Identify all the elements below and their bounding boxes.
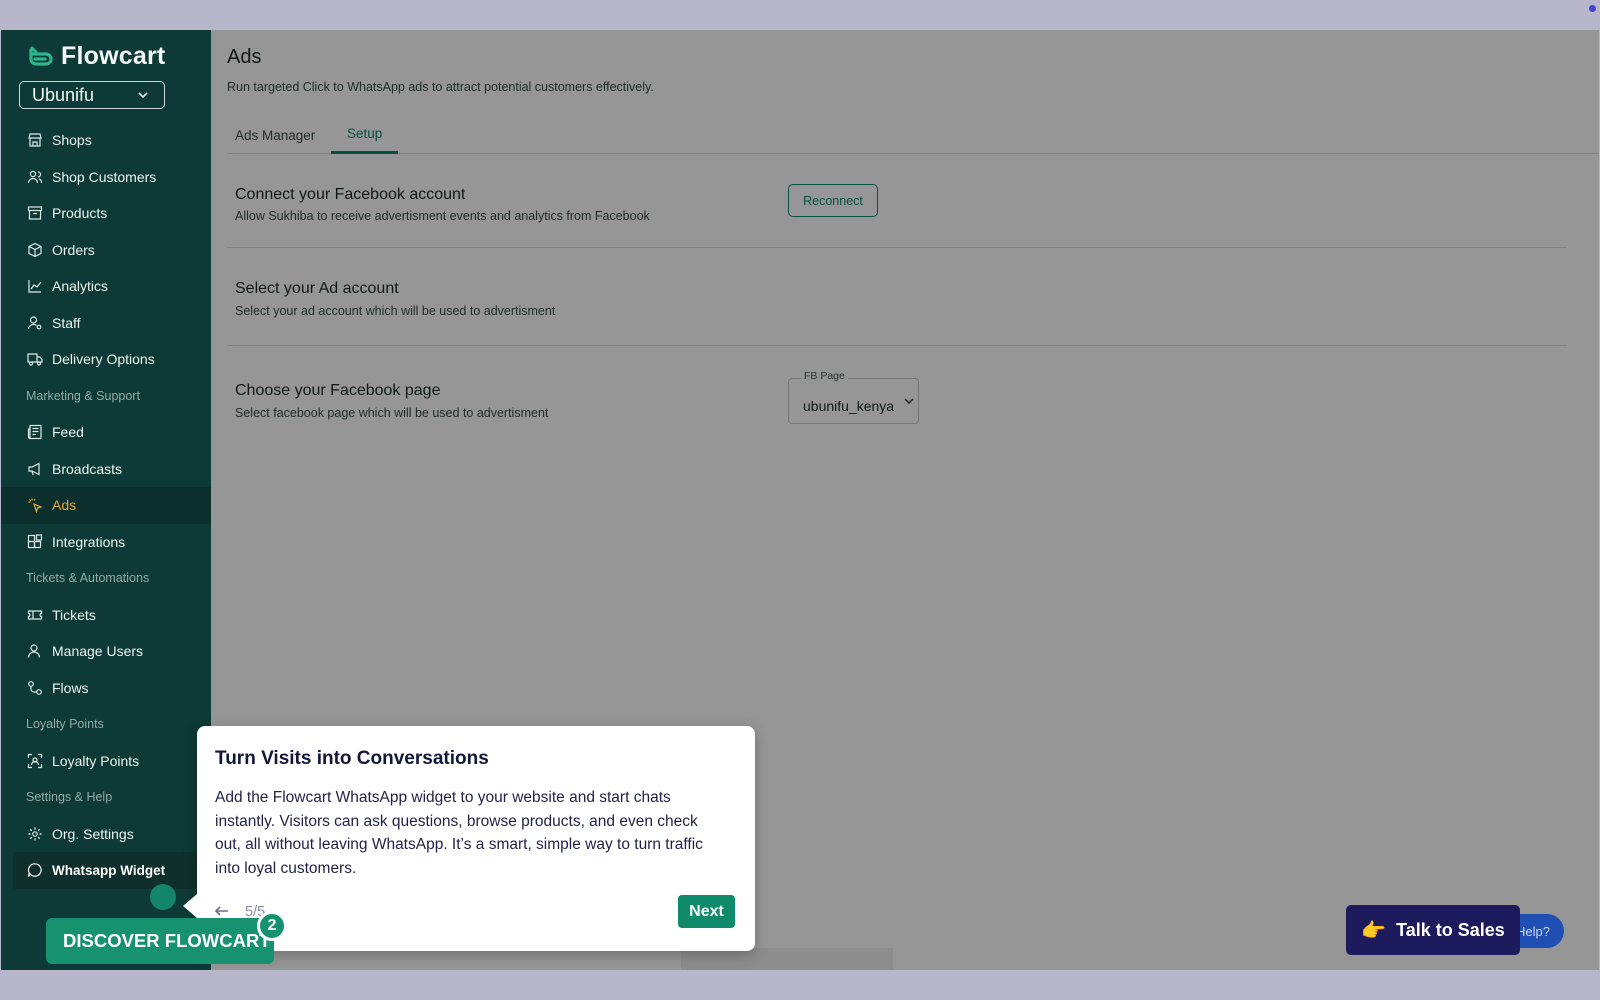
truck-icon bbox=[27, 353, 43, 366]
section-heading-settings: Settings & Help bbox=[26, 790, 113, 805]
sidebar-item-integrations[interactable]: Integrations bbox=[1, 524, 211, 561]
tour-body: Add the Flowcart WhatsApp widget to your… bbox=[215, 789, 703, 877]
blocks-icon bbox=[27, 534, 43, 548]
sidebar-item-products[interactable]: Products bbox=[1, 195, 211, 232]
sidebar-item-label: Loyalty Points bbox=[52, 752, 140, 769]
archive-icon bbox=[27, 206, 43, 220]
sidebar-item-broadcasts[interactable]: Broadcasts bbox=[1, 451, 211, 488]
sidebar-item-whatsapp-widget[interactable]: Whatsapp Widget bbox=[13, 852, 198, 889]
sidebar-item-label: Delivery Options bbox=[52, 351, 155, 368]
sidebar-item-ads[interactable]: Ads bbox=[1, 487, 211, 524]
sidebar-item-delivery-options[interactable]: Delivery Options bbox=[1, 341, 211, 378]
package-icon bbox=[28, 242, 42, 257]
app-window: Flowcart Ubunifu Shops Shop Customers Pr… bbox=[1, 30, 1599, 970]
sidebar-item-label: Orders bbox=[52, 241, 95, 258]
brand-logo[interactable]: Flowcart bbox=[27, 42, 165, 71]
sidebar-item-flows[interactable]: Flows bbox=[1, 670, 211, 707]
chart-icon bbox=[28, 280, 42, 293]
pointing-hand-icon: 👉 bbox=[1361, 919, 1387, 942]
users-icon bbox=[27, 170, 43, 183]
sidebar-item-label: Flows bbox=[52, 679, 89, 696]
gear-icon bbox=[28, 827, 42, 841]
frame-indicator-dot bbox=[1589, 5, 1596, 12]
sidebar-item-label: Analytics bbox=[52, 278, 109, 295]
sidebar-item-orders[interactable]: Orders bbox=[1, 232, 211, 269]
sidebar-item-label: Shop Customers bbox=[52, 168, 157, 185]
chat-icon bbox=[27, 863, 42, 878]
flow-icon bbox=[28, 680, 42, 695]
section-heading-tickets: Tickets & Automations bbox=[26, 571, 150, 586]
org-name: Ubunifu bbox=[32, 84, 95, 105]
section-heading-loyalty: Loyalty Points bbox=[26, 717, 104, 732]
sidebar: Flowcart Ubunifu Shops Shop Customers Pr… bbox=[1, 30, 211, 970]
flowcart-logo-icon bbox=[29, 46, 53, 66]
sidebar-item-label: Products bbox=[52, 205, 108, 222]
chevron-down-icon bbox=[138, 92, 148, 99]
tour-title: Turn Visits into Conversations bbox=[215, 748, 489, 769]
browser-frame-top bbox=[0, 0, 1600, 30]
sidebar-nav: Shops Shop Customers Products Orders Ana… bbox=[1, 122, 211, 889]
sidebar-item-org-settings[interactable]: Org. Settings bbox=[1, 816, 211, 853]
talk-to-sales-label: Talk to Sales bbox=[1396, 919, 1505, 940]
section-heading-marketing: Marketing & Support bbox=[26, 388, 140, 403]
brand-name: Flowcart bbox=[61, 42, 166, 70]
tour-popover-arrow bbox=[183, 894, 197, 918]
sidebar-item-label: Ads bbox=[52, 497, 77, 514]
store-icon bbox=[28, 133, 42, 147]
ticket-icon bbox=[27, 610, 43, 620]
newspaper-icon bbox=[27, 425, 42, 440]
sidebar-item-manage-users[interactable]: Manage Users bbox=[1, 633, 211, 670]
sidebar-item-label: Tickets bbox=[52, 606, 96, 623]
discover-flowcart-button[interactable]: DISCOVER FLOWCART bbox=[46, 918, 274, 964]
user-cog-icon bbox=[27, 316, 42, 330]
browser-frame-bottom bbox=[0, 970, 1600, 1000]
sidebar-item-feed[interactable]: Feed bbox=[1, 414, 211, 451]
discover-badge: 2 bbox=[257, 911, 287, 941]
sidebar-item-label: Org. Settings bbox=[52, 825, 134, 842]
sidebar-item-tickets[interactable]: Tickets bbox=[1, 597, 211, 634]
sidebar-item-shop-customers[interactable]: Shop Customers bbox=[1, 159, 211, 196]
sidebar-item-staff[interactable]: Staff bbox=[1, 305, 211, 342]
tour-hotspot-beacon[interactable] bbox=[150, 884, 176, 910]
sidebar-item-shops[interactable]: Shops bbox=[1, 122, 211, 159]
sidebar-item-analytics[interactable]: Analytics bbox=[1, 268, 211, 305]
sidebar-item-label: Feed bbox=[52, 424, 84, 441]
sidebar-item-label: Broadcasts bbox=[52, 460, 123, 477]
sidebar-item-label: Staff bbox=[52, 314, 81, 331]
sparkle-click-icon bbox=[28, 498, 43, 514]
org-selector[interactable]: Ubunifu bbox=[19, 81, 165, 109]
megaphone-icon bbox=[28, 462, 40, 476]
sidebar-item-loyalty-points[interactable]: Loyalty Points bbox=[1, 743, 211, 780]
talk-to-sales-button[interactable]: 👉 Talk to Sales bbox=[1346, 905, 1520, 955]
sidebar-item-label: Manage Users bbox=[52, 643, 144, 660]
user-icon bbox=[27, 644, 41, 658]
sidebar-item-label: Integrations bbox=[52, 533, 126, 550]
sidebar-item-label: Shops bbox=[52, 132, 92, 149]
tour-next-button[interactable]: Next bbox=[678, 895, 735, 928]
scan-icon bbox=[27, 753, 43, 768]
sidebar-item-label: Whatsapp Widget bbox=[52, 862, 166, 878]
